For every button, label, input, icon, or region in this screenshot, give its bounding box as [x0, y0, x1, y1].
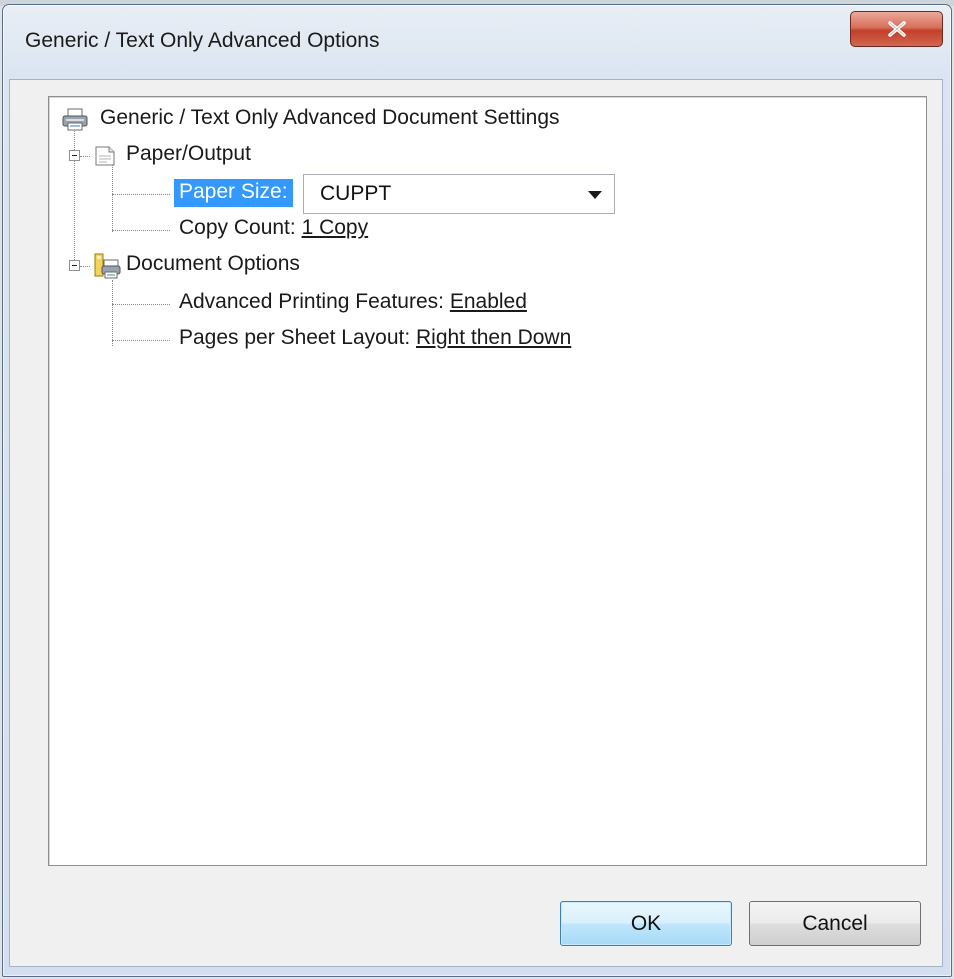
tree-connector — [80, 156, 90, 157]
tree-connector — [80, 266, 90, 267]
document-options-icon — [94, 253, 121, 279]
cancel-button[interactable]: Cancel — [749, 901, 921, 946]
tree-connector — [112, 194, 170, 195]
settings-tree: Generic / Text Only Advanced Document Se… — [48, 96, 927, 866]
collapse-document-options[interactable] — [69, 260, 80, 271]
pages-per-sheet-row[interactable]: Pages per Sheet Layout: Right then Down — [179, 326, 571, 350]
paper-size-value: CUPPT — [320, 182, 392, 205]
copy-count-label: Copy Count: — [179, 216, 296, 239]
collapse-paper-output[interactable] — [69, 150, 80, 161]
tree-connector — [112, 230, 170, 231]
window-title: Generic / Text Only Advanced Options — [25, 29, 380, 52]
settings-tree-content: Generic / Text Only Advanced Document Se… — [50, 98, 925, 864]
paper-size-label[interactable]: Paper Size: — [174, 179, 293, 207]
copy-count-row[interactable]: Copy Count: 1 Copy — [179, 216, 368, 240]
close-button[interactable] — [850, 11, 943, 47]
tree-connector — [74, 128, 75, 268]
copy-count-value[interactable]: 1 Copy — [302, 216, 369, 239]
tree-root-label: Generic / Text Only Advanced Document Se… — [100, 106, 560, 129]
tree-connector — [112, 280, 113, 346]
dialog-client-area: Generic / Text Only Advanced Document Se… — [9, 79, 943, 967]
advanced-printing-row[interactable]: Advanced Printing Features: Enabled — [179, 290, 527, 314]
close-icon — [888, 21, 906, 37]
printer-icon — [62, 108, 88, 131]
dropdown-arrow-icon — [588, 191, 602, 199]
paper-size-dropdown[interactable]: CUPPT — [303, 174, 615, 214]
document-options-label: Document Options — [126, 252, 300, 275]
tree-connector — [112, 164, 113, 232]
tree-connector — [112, 340, 170, 341]
advanced-printing-value[interactable]: Enabled — [450, 290, 527, 313]
advanced-options-dialog: Generic / Text Only Advanced Options Gen… — [2, 4, 952, 977]
paper-output-label: Paper/Output — [126, 142, 251, 165]
pages-per-sheet-value[interactable]: Right then Down — [416, 326, 571, 349]
advanced-printing-label: Advanced Printing Features: — [179, 290, 444, 313]
title-bar[interactable]: Generic / Text Only Advanced Options — [3, 5, 951, 77]
pages-per-sheet-label: Pages per Sheet Layout: — [179, 326, 411, 349]
ok-button[interactable]: OK — [560, 901, 732, 946]
tree-connector — [112, 304, 170, 305]
paper-icon — [95, 146, 115, 166]
